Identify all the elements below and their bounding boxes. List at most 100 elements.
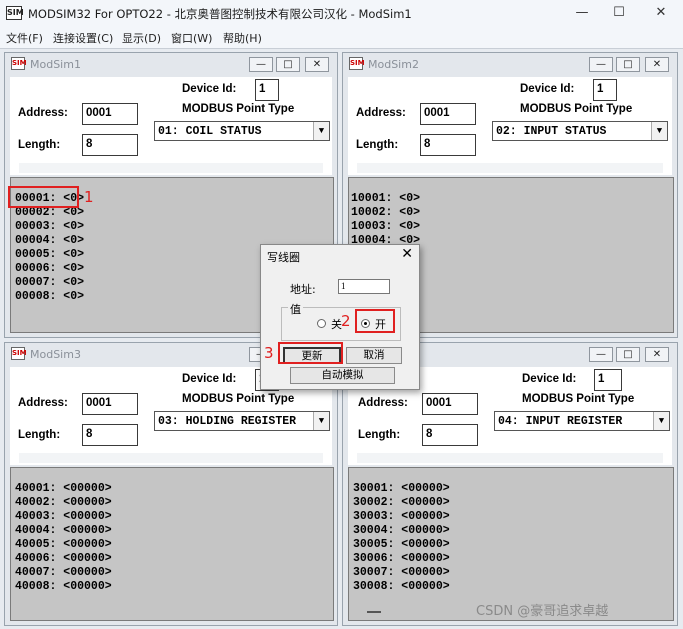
device-id-field[interactable]: 1 [255, 79, 279, 101]
dialog-address-input[interactable]: 1 [338, 279, 390, 294]
data-row[interactable]: 10001: <0> [351, 192, 673, 206]
step-2-marker: 2 [341, 312, 351, 330]
device-id-field[interactable]: 1 [594, 369, 622, 391]
data-row[interactable]: 40008: <00000> [15, 580, 333, 594]
divider-strip [357, 163, 663, 173]
step-3-marker: 3 [264, 344, 274, 362]
mdi-titlebar[interactable]: SIM ModSim1 — □ ✕ [5, 53, 337, 75]
point-type-value: 01: COIL STATUS [158, 125, 262, 138]
point-type-select[interactable]: 02: INPUT STATUS ▼ [492, 121, 668, 141]
address-label: Address: [18, 107, 68, 119]
data-row[interactable]: 10003: <0> [351, 220, 673, 234]
address-field[interactable]: 0001 [82, 103, 138, 125]
address-field[interactable]: 0001 [82, 393, 138, 415]
highlight-box-row1 [8, 186, 79, 208]
settings-panel: Device Id: 1 MODBUS Point Type Address: … [348, 77, 672, 175]
mdi-maximize-button[interactable]: □ [276, 57, 300, 72]
data-area[interactable]: 40001: <00000> 40002: <00000> 40003: <00… [10, 467, 334, 621]
data-row[interactable]: 40002: <00000> [15, 496, 333, 510]
maximize-button[interactable]: ☐ [608, 4, 630, 22]
point-type-select[interactable]: 04: INPUT REGISTER ▼ [494, 411, 670, 431]
length-field[interactable]: 8 [82, 134, 138, 156]
data-row[interactable]: 00002: <0> [15, 206, 333, 220]
modsim-icon: SIM [11, 347, 27, 360]
mdi-window-title: ModSim3 [30, 348, 81, 361]
data-row[interactable]: 40005: <00000> [15, 538, 333, 552]
length-field[interactable]: 8 [82, 424, 138, 446]
mdi-close-button[interactable]: ✕ [305, 57, 329, 72]
mdi-minimize-button[interactable]: — [589, 57, 613, 72]
dialog-address-label: 地址: [290, 283, 316, 296]
address-field[interactable]: 0001 [420, 103, 476, 125]
data-row[interactable]: 30002: <00000> [353, 496, 673, 510]
length-field[interactable]: 8 [420, 134, 476, 156]
data-row[interactable]: 30005: <00000> [353, 538, 673, 552]
point-type-select[interactable]: 03: HOLDING REGISTER ▼ [154, 411, 330, 431]
scroll-indicator [367, 611, 381, 613]
divider-strip [19, 163, 323, 173]
mdi-minimize-button[interactable]: — [589, 347, 613, 362]
length-label: Length: [18, 429, 61, 441]
step-1-marker: 1 [84, 188, 94, 206]
point-type-label: MODBUS Point Type [182, 103, 295, 115]
auto-simulate-button[interactable]: 自动模拟 [290, 367, 395, 384]
chevron-down-icon[interactable]: ▼ [653, 412, 669, 430]
menu-display[interactable]: 显示(D) [122, 30, 161, 46]
point-type-label: MODBUS Point Type [522, 393, 635, 405]
modsim-icon: SIM [349, 57, 365, 70]
data-area[interactable]: 30001: <00000> 30002: <00000> 30003: <00… [348, 467, 674, 621]
divider-strip [357, 453, 663, 463]
highlight-box-on-radio [355, 309, 395, 333]
data-row[interactable]: 30003: <00000> [353, 510, 673, 524]
device-id-label: Device Id: [182, 83, 237, 95]
point-type-value: 04: INPUT REGISTER [498, 415, 623, 428]
write-coil-dialog: 写线圈 ✕ 地址: 1 值 关 开 更新 取消 自动模拟 [260, 244, 420, 390]
length-label: Length: [18, 139, 61, 151]
length-field[interactable]: 8 [422, 424, 478, 446]
data-row[interactable]: 30004: <00000> [353, 524, 673, 538]
menu-connection[interactable]: 连接设置(C) [53, 30, 113, 46]
window-title: MODSIM32 For OPTO22 - 北京奥普图控制技术有限公司汉化 - … [28, 7, 412, 21]
address-field[interactable]: 0001 [422, 393, 478, 415]
device-id-label: Device Id: [522, 373, 577, 385]
menu-bar: 文件(F) 连接设置(C) 显示(D) 窗口(W) 帮助(H) [0, 28, 683, 48]
chevron-down-icon[interactable]: ▼ [313, 122, 329, 140]
data-row[interactable]: 40006: <00000> [15, 552, 333, 566]
data-row[interactable]: 30007: <00000> [353, 566, 673, 580]
data-row[interactable]: 10002: <0> [351, 206, 673, 220]
dialog-title: 写线圈 [267, 251, 300, 264]
mdi-close-button[interactable]: ✕ [645, 347, 669, 362]
menu-window[interactable]: 窗口(W) [171, 30, 212, 46]
chevron-down-icon[interactable]: ▼ [313, 412, 329, 430]
menu-help[interactable]: 帮助(H) [223, 30, 262, 46]
modsim-icon: SIM [11, 57, 27, 70]
data-row[interactable]: 30001: <00000> [353, 482, 673, 496]
minimize-button[interactable]: — [571, 4, 593, 22]
close-button[interactable]: ✕ [650, 4, 672, 22]
mdi-maximize-button[interactable]: □ [616, 347, 640, 362]
data-row[interactable]: 40003: <00000> [15, 510, 333, 524]
data-row[interactable]: 40004: <00000> [15, 524, 333, 538]
menu-file[interactable]: 文件(F) [6, 30, 43, 46]
data-row[interactable]: 30008: <00000> [353, 580, 673, 594]
point-type-select[interactable]: 01: COIL STATUS ▼ [154, 121, 330, 141]
mdi-close-button[interactable]: ✕ [645, 57, 669, 72]
address-label: Address: [356, 107, 406, 119]
dialog-close-button[interactable]: ✕ [401, 246, 413, 262]
mdi-minimize-button[interactable]: — [249, 57, 273, 72]
mdi-window-title: ModSim2 [368, 58, 419, 71]
data-row[interactable]: 00003: <0> [15, 220, 333, 234]
data-row[interactable]: 30006: <00000> [353, 552, 673, 566]
point-type-value: 02: INPUT STATUS [496, 125, 607, 138]
mdi-maximize-button[interactable]: □ [616, 57, 640, 72]
mdi-titlebar[interactable]: SIM ModSim2 — □ ✕ [343, 53, 677, 75]
chevron-down-icon[interactable]: ▼ [651, 122, 667, 140]
watermark: CSDN @豪哥追求卓越 [476, 604, 609, 619]
radio-off[interactable] [317, 319, 326, 328]
data-row[interactable]: 40007: <00000> [15, 566, 333, 580]
device-id-field[interactable]: 1 [593, 79, 617, 101]
cancel-button[interactable]: 取消 [346, 347, 402, 364]
value-group-label: 值 [288, 301, 303, 317]
settings-panel: Device Id: 1 MODBUS Point Type Address: … [10, 77, 332, 175]
data-row[interactable]: 40001: <00000> [15, 482, 333, 496]
